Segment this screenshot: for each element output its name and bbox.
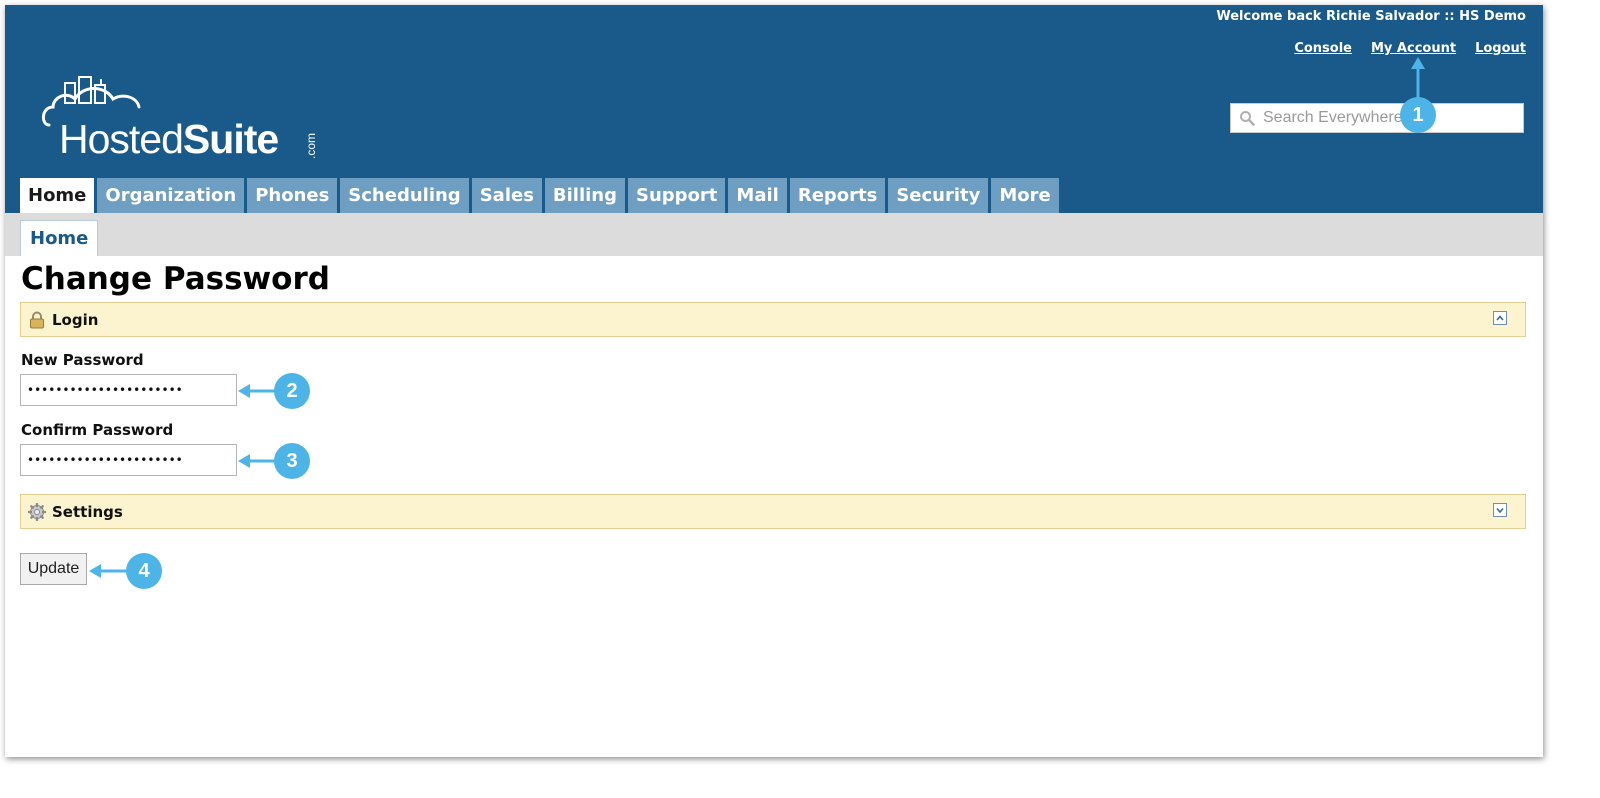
lock-icon (30, 311, 44, 328)
callout-arrow-3 (238, 454, 278, 468)
tab-organization[interactable]: Organization (97, 178, 245, 213)
tab-more[interactable]: More (991, 178, 1059, 213)
tab-reports[interactable]: Reports (789, 178, 886, 213)
callout-badge-4: 4 (126, 553, 162, 589)
header-bar: Welcome back Richie Salvador :: HS Demo … (5, 5, 1543, 214)
tab-security[interactable]: Security (888, 178, 989, 213)
subtab-home[interactable]: Home (20, 220, 99, 256)
hostedsuite-logo[interactable]: HostedSuite .com (39, 75, 329, 165)
sub-nav-bar: Home (5, 213, 1543, 256)
tab-billing[interactable]: Billing (544, 178, 626, 213)
tab-scheduling[interactable]: Scheduling (340, 178, 469, 213)
gear-icon (28, 502, 46, 521)
tab-sales[interactable]: Sales (471, 178, 542, 213)
settings-panel-header[interactable]: Settings (20, 494, 1526, 529)
expand-icon[interactable] (1493, 503, 1507, 517)
page-title: Change Password (21, 261, 330, 297)
settings-panel-title: Settings (52, 502, 123, 521)
search-box[interactable] (1230, 103, 1524, 133)
tab-phones[interactable]: Phones (247, 178, 338, 213)
callout-arrow-2 (238, 384, 278, 398)
login-panel-header[interactable]: Login (20, 302, 1526, 337)
logout-link[interactable]: Logout (1475, 41, 1526, 56)
welcome-text: Welcome back Richie Salvador :: HS Demo (1216, 9, 1526, 24)
console-link[interactable]: Console (1294, 41, 1352, 56)
confirm-password-field[interactable] (20, 444, 237, 476)
callout-badge-1: 1 (1400, 97, 1436, 133)
search-icon (1240, 111, 1255, 126)
tab-support[interactable]: Support (628, 178, 726, 213)
main-nav-tabs: Home Organization Phones Scheduling Sale… (20, 178, 1059, 214)
confirm-password-label: Confirm Password (21, 421, 174, 439)
svg-text:.com: .com (304, 133, 318, 159)
my-account-link[interactable]: My Account (1371, 41, 1456, 56)
new-password-label: New Password (21, 351, 144, 369)
collapse-icon[interactable] (1493, 311, 1507, 325)
callout-arrow-4 (89, 564, 129, 578)
top-links: Console My Account Logout (1294, 41, 1526, 56)
new-password-field[interactable] (20, 374, 237, 406)
svg-text:HostedSuite: HostedSuite (59, 116, 278, 162)
callout-badge-3: 3 (274, 443, 310, 479)
app-window: Welcome back Richie Salvador :: HS Demo … (5, 5, 1543, 757)
login-panel-title: Login (52, 310, 99, 329)
callout-badge-2: 2 (274, 373, 310, 409)
tab-mail[interactable]: Mail (728, 178, 787, 213)
search-input[interactable] (1263, 109, 1503, 127)
update-button[interactable]: Update (20, 553, 87, 585)
tab-home[interactable]: Home (20, 178, 95, 214)
